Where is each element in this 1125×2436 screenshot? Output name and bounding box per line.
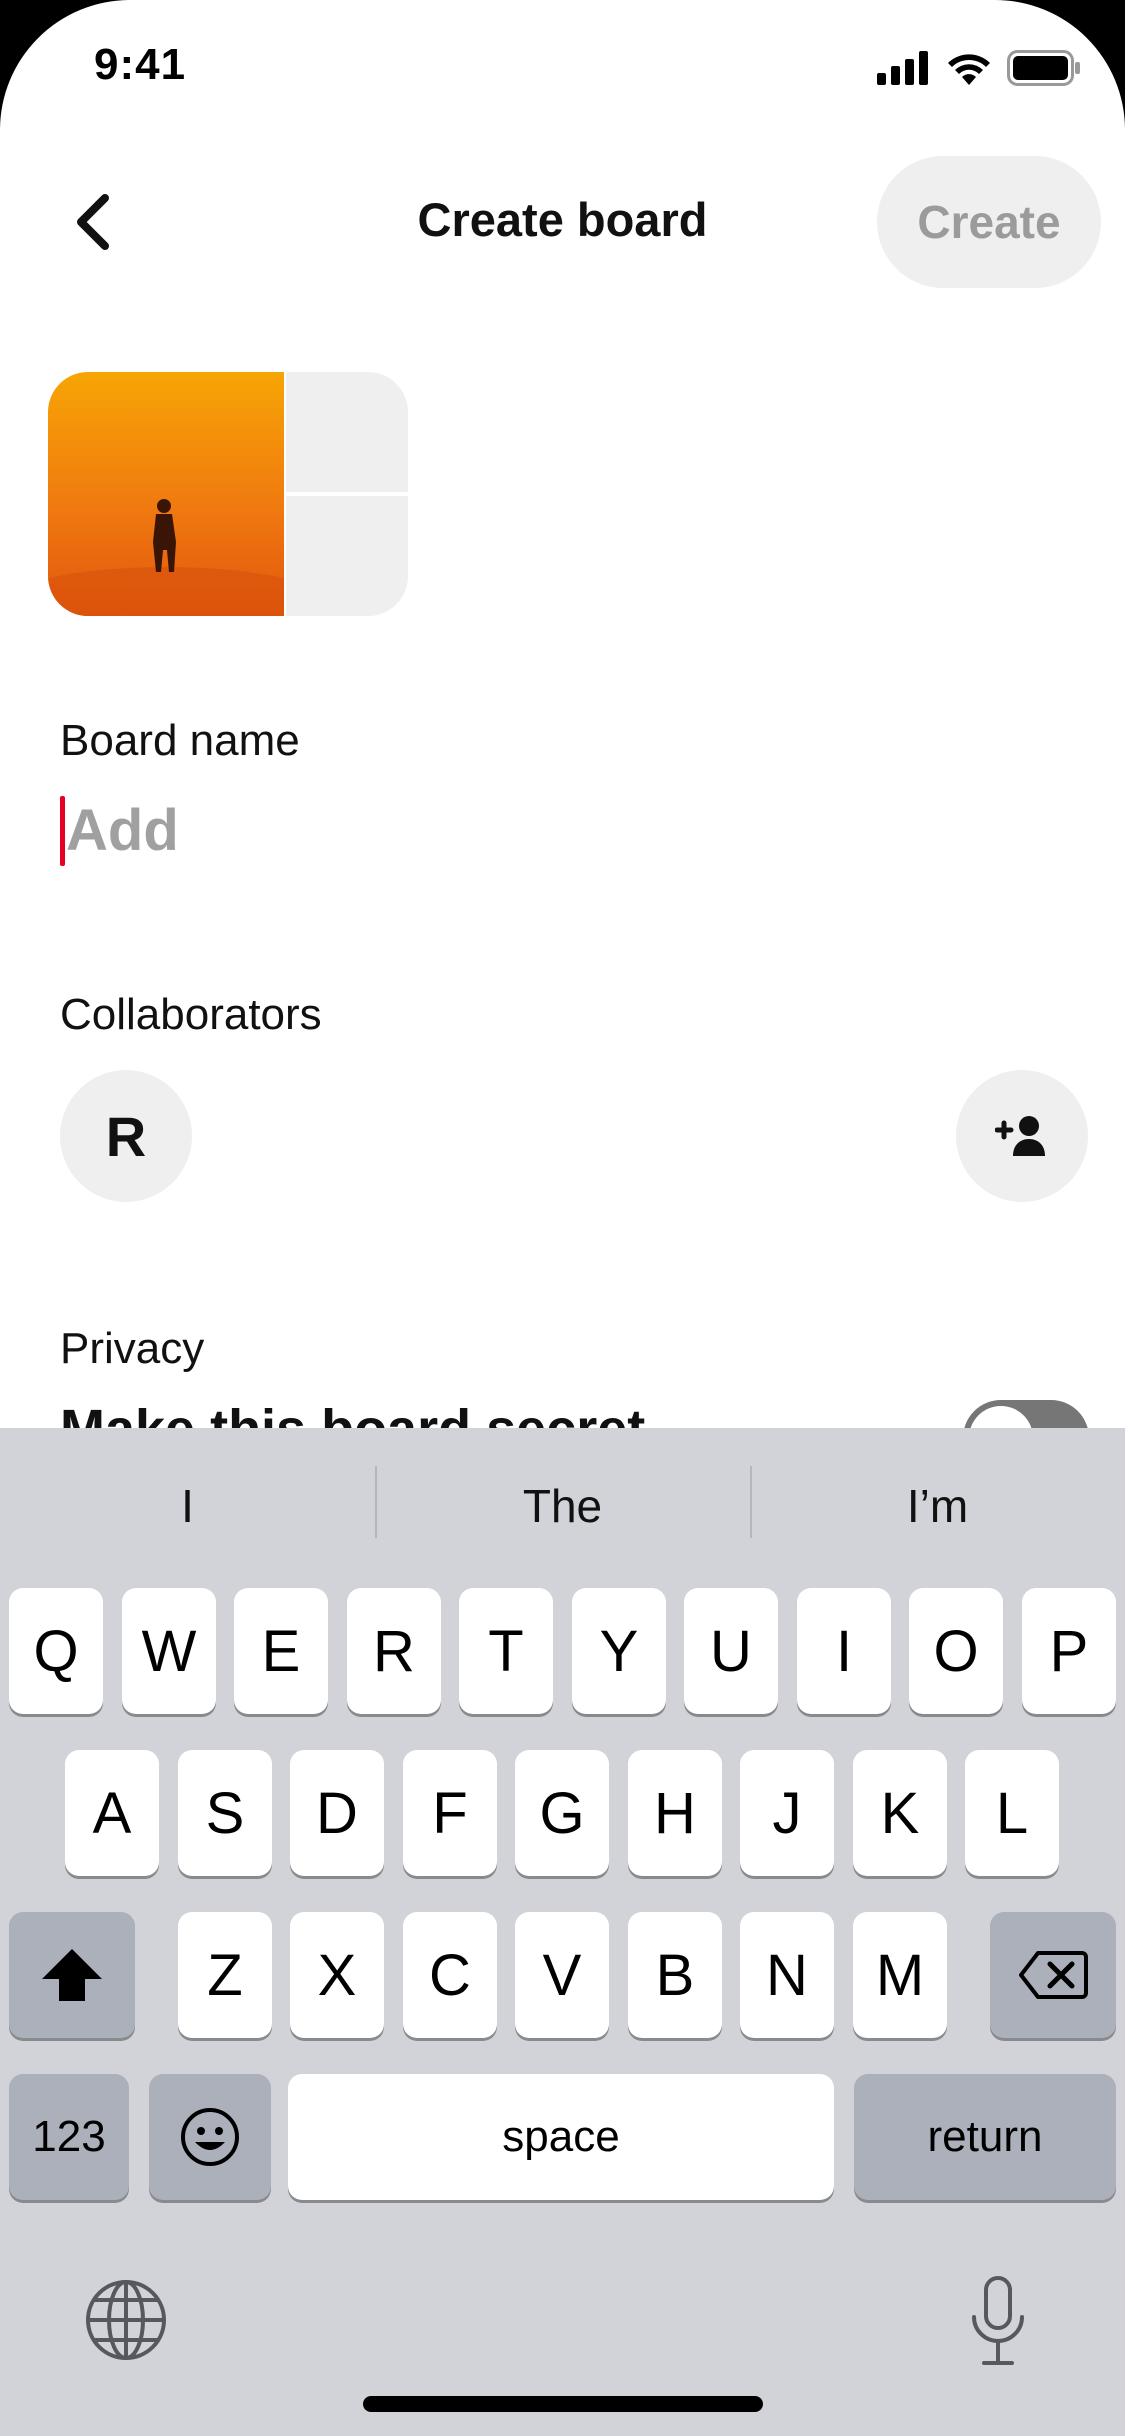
suggestion-item[interactable]: I xyxy=(0,1428,375,1583)
key-c[interactable]: C xyxy=(403,1912,497,2038)
key-f[interactable]: F xyxy=(403,1750,497,1876)
key-v[interactable]: V xyxy=(515,1912,609,2038)
key-b[interactable]: B xyxy=(628,1912,722,2038)
key-k[interactable]: K xyxy=(853,1750,947,1876)
cover-image xyxy=(48,372,316,616)
key-q[interactable]: Q xyxy=(9,1588,103,1714)
key-h[interactable]: H xyxy=(628,1750,722,1876)
emoji-icon xyxy=(181,2108,239,2166)
board-name-label: Board name xyxy=(60,716,300,765)
delete-icon xyxy=(1019,1951,1088,1999)
key-d[interactable]: D xyxy=(290,1750,384,1876)
suggestion-bar: I The I’m xyxy=(0,1428,1125,1583)
status-icons xyxy=(877,50,1081,91)
status-bar: 9:41 xyxy=(0,0,1125,140)
emoji-key[interactable] xyxy=(149,2074,271,2200)
privacy-label: Privacy xyxy=(60,1324,205,1373)
key-t[interactable]: T xyxy=(459,1588,553,1714)
key-x[interactable]: X xyxy=(290,1912,384,2038)
cover-placeholders xyxy=(284,372,408,616)
delete-key[interactable] xyxy=(990,1912,1116,2038)
key-y[interactable]: Y xyxy=(572,1588,666,1714)
key-s[interactable]: S xyxy=(178,1750,272,1876)
create-button[interactable]: Create xyxy=(877,156,1101,288)
space-key[interactable]: space xyxy=(288,2074,834,2200)
globe-icon xyxy=(86,2280,166,2360)
add-person-icon xyxy=(995,1116,1045,1156)
numbers-key[interactable]: 123 xyxy=(9,2074,129,2200)
key-a[interactable]: A xyxy=(65,1750,159,1876)
key-u[interactable]: U xyxy=(684,1588,778,1714)
key-l[interactable]: L xyxy=(965,1750,1059,1876)
keyboard: I The I’m Q W E R T Y U I O P A S D F G … xyxy=(0,1428,1125,2436)
battery-icon xyxy=(1007,50,1081,91)
dictation-button[interactable] xyxy=(952,2266,1044,2376)
signal-icon xyxy=(877,51,931,90)
suggestion-item[interactable]: I’m xyxy=(750,1428,1125,1583)
shift-icon xyxy=(42,1949,102,2001)
key-r[interactable]: R xyxy=(347,1588,441,1714)
cover-placeholder-top xyxy=(284,372,408,496)
return-key[interactable]: return xyxy=(854,2074,1116,2200)
key-n[interactable]: N xyxy=(740,1912,834,2038)
globe-button[interactable] xyxy=(80,2274,172,2366)
collaborator-avatar[interactable]: R xyxy=(60,1070,192,1202)
suggestion-item[interactable]: The xyxy=(375,1428,750,1583)
status-time: 9:41 xyxy=(94,40,187,89)
wifi-icon xyxy=(945,51,993,90)
key-z[interactable]: Z xyxy=(178,1912,272,2038)
cover-placeholder-bottom xyxy=(284,496,408,616)
key-e[interactable]: E xyxy=(234,1588,328,1714)
key-g[interactable]: G xyxy=(515,1750,609,1876)
board-name-input[interactable] xyxy=(60,790,1060,870)
add-collaborator-button[interactable] xyxy=(956,1070,1088,1202)
screen: 9:41 Create board Create Board name Add … xyxy=(0,0,1125,2436)
key-j[interactable]: J xyxy=(740,1750,834,1876)
key-p[interactable]: P xyxy=(1022,1588,1116,1714)
mic-icon xyxy=(972,2276,1024,2365)
key-w[interactable]: W xyxy=(122,1588,216,1714)
collaborators-label: Collaborators xyxy=(60,990,322,1039)
key-o[interactable]: O xyxy=(909,1588,1003,1714)
key-m[interactable]: M xyxy=(853,1912,947,2038)
home-indicator[interactable] xyxy=(363,2396,763,2412)
shift-key[interactable] xyxy=(9,1912,135,2038)
text-caret xyxy=(60,796,65,866)
board-cover-collage[interactable] xyxy=(48,372,408,616)
key-i[interactable]: I xyxy=(797,1588,891,1714)
